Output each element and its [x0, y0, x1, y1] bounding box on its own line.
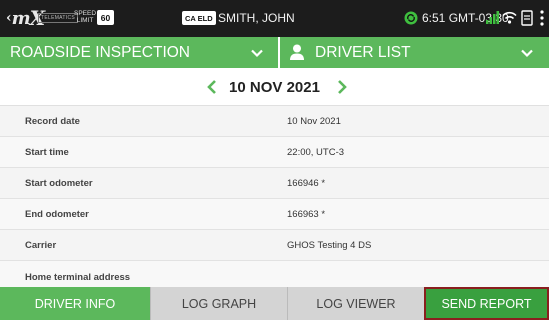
detail-row: Start time 22:00, UTC-3 [0, 137, 549, 168]
detail-label: Carrier [25, 240, 57, 251]
detail-label: Start odometer [25, 178, 93, 189]
eld-badge: CA ELD [182, 11, 216, 25]
detail-value: 166946 * [287, 178, 326, 189]
tab-driver-info[interactable]: DRIVER INFO [0, 287, 150, 320]
date-navigator: 10 NOV 2021 [0, 68, 549, 106]
roadside-inspection-dropdown[interactable]: ROADSIDE INSPECTION [0, 37, 278, 68]
sync-icon [404, 11, 418, 25]
detail-row: Home terminal address [0, 261, 549, 287]
detail-label: Record date [25, 116, 80, 127]
detail-row: Carrier GHOS Testing 4 DS [0, 230, 549, 261]
detail-label: Start time [25, 147, 69, 158]
tab-log-viewer[interactable]: LOG VIEWER [287, 287, 424, 320]
wifi-icon [502, 11, 517, 24]
person-icon [290, 44, 304, 60]
tablet-icon [521, 10, 533, 26]
driver-list-dropdown[interactable]: DRIVER LIST [280, 37, 549, 68]
speed-limit-value: 60 [97, 10, 114, 25]
current-date: 10 NOV 2021 [229, 79, 320, 96]
menu-dots-icon[interactable] [539, 9, 545, 27]
detail-value: 166963 * [287, 209, 326, 220]
header-bar: ROADSIDE INSPECTION DRIVER LIST [0, 37, 549, 68]
detail-row: Start odometer 166946 * [0, 168, 549, 199]
detail-label: End odometer [25, 209, 89, 220]
driver-name: SMITH, JOHN [218, 11, 295, 25]
signal-icon [486, 11, 499, 24]
speed-limit-label: SPEED LIMIT [74, 10, 96, 24]
record-details: Record date 10 Nov 2021 Start time 22:00… [0, 106, 549, 287]
speed-label-line1: SPEED [74, 10, 97, 17]
telematics-label: TELEMATICS [38, 13, 79, 23]
roadside-inspection-label: ROADSIDE INSPECTION [10, 43, 190, 61]
detail-row: End odometer 166963 * [0, 199, 549, 230]
tab-log-graph[interactable]: LOG GRAPH [150, 287, 287, 320]
chevron-right-icon[interactable] [335, 79, 349, 95]
detail-value: GHOS Testing 4 DS [287, 240, 372, 251]
driver-list-label: DRIVER LIST [315, 44, 411, 61]
detail-value: 22:00, UTC-3 [287, 147, 345, 158]
status-bar: ‹ m X TELEMATICS SPEED LIMIT 60 CA ELD SMI… [0, 0, 549, 37]
chevron-down-icon [521, 49, 533, 58]
bottom-tabs: DRIVER INFO LOG GRAPH LOG VIEWER SEND RE… [0, 287, 549, 320]
detail-value: 10 Nov 2021 [287, 116, 341, 127]
detail-row: Record date 10 Nov 2021 [0, 106, 549, 137]
speed-label-line2: LIMIT [76, 17, 94, 24]
detail-label: Home terminal address [25, 272, 131, 283]
chevron-down-icon [251, 49, 263, 58]
send-report-button[interactable]: SEND REPORT [424, 287, 549, 320]
